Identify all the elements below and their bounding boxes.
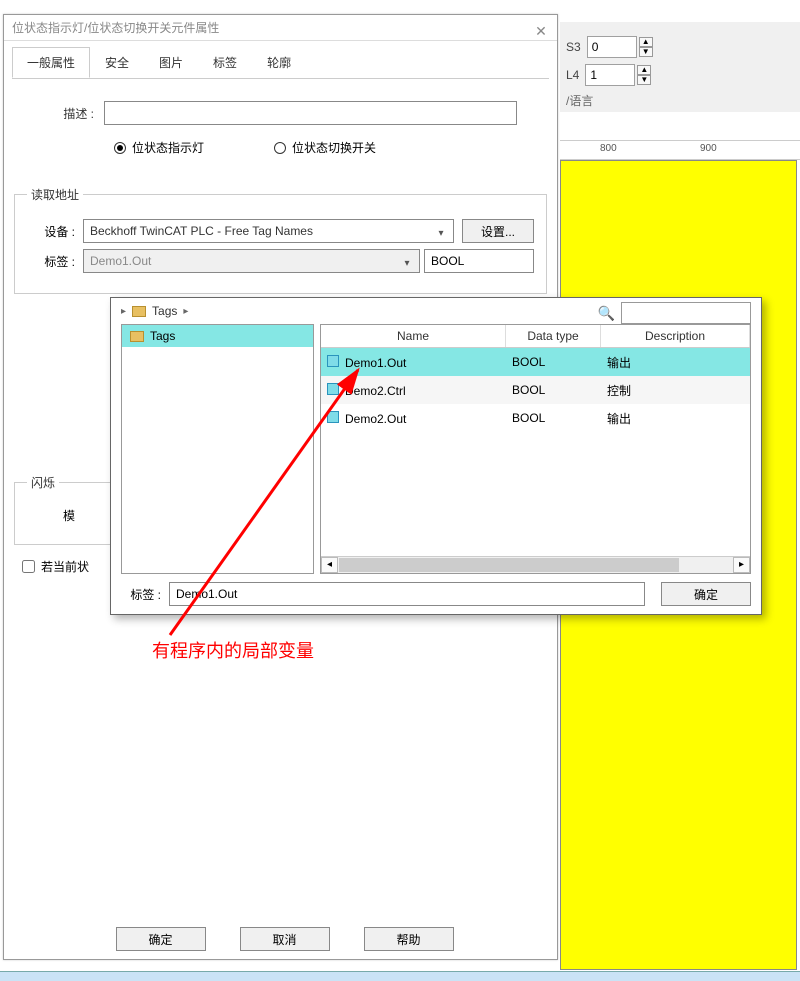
breadcrumb-item[interactable]: Tags <box>152 304 177 318</box>
scroll-right-icon[interactable]: ▸ <box>733 557 750 573</box>
radio-icon <box>274 142 286 154</box>
popup-ok-button[interactable]: 确定 <box>661 582 751 606</box>
chevron-right-icon: ▸ <box>183 306 188 317</box>
description-input[interactable] <box>104 101 517 125</box>
current-state-label: 若当前状 <box>41 558 89 575</box>
s3-spinner[interactable]: ▲▼ <box>639 37 653 57</box>
tag-grid: Name Data type Description Demo1.OutBOOL… <box>320 324 751 574</box>
mode-label: 模 <box>27 507 75 524</box>
device-label: 设备 : <box>27 223 75 240</box>
s3-label: S3 <box>566 40 581 54</box>
datatype-box: BOOL <box>424 249 534 273</box>
table-row[interactable]: Demo2.CtrlBOOL控制 <box>321 376 750 404</box>
col-desc[interactable]: Description <box>601 325 750 347</box>
breadcrumb[interactable]: ▸ Tags ▸ 🔍 <box>111 298 761 324</box>
tab-security[interactable]: 安全 <box>90 47 144 78</box>
chevron-down-icon: ▾ <box>399 253 415 269</box>
l4-input[interactable] <box>585 64 635 86</box>
radio-icon <box>114 142 126 154</box>
status-bar <box>0 971 800 981</box>
folder-icon <box>132 306 146 317</box>
read-address-legend: 读取地址 <box>27 186 83 203</box>
tab-general[interactable]: 一般属性 <box>12 47 90 78</box>
chevron-down-icon: ▾ <box>433 223 449 239</box>
language-label: /语言 <box>566 92 794 109</box>
table-row[interactable]: Demo2.OutBOOL输出 <box>321 404 750 432</box>
scroll-left-icon[interactable]: ◂ <box>321 557 338 573</box>
blink-legend: 闪烁 <box>27 474 59 491</box>
tab-image[interactable]: 图片 <box>144 47 198 78</box>
dialog-title: 位状态指示灯/位状态切换开关元件属性 ✕ <box>4 15 557 41</box>
annotation-text: 有程序内的局部变量 <box>152 637 314 663</box>
search-input[interactable] <box>621 302 751 324</box>
tag-tree[interactable]: Tags <box>121 324 314 574</box>
tab-bar: 一般属性 安全 图片 标签 轮廓 <box>12 47 549 79</box>
popup-tag-label: 标签 : <box>121 586 161 603</box>
l4-label: L4 <box>566 68 579 82</box>
tree-item-tags[interactable]: Tags <box>122 325 313 347</box>
tab-outline[interactable]: 轮廓 <box>252 47 306 78</box>
search-icon: 🔍 <box>598 305 615 322</box>
radio-indicator[interactable]: 位状态指示灯 <box>114 139 204 156</box>
scroll-thumb[interactable] <box>339 558 679 572</box>
col-name[interactable]: Name <box>321 325 506 347</box>
l4-spinner[interactable]: ▲▼ <box>637 65 651 85</box>
horizontal-scrollbar[interactable]: ◂ ▸ <box>321 556 750 573</box>
tag-icon <box>327 411 339 423</box>
radio-switch[interactable]: 位状态切换开关 <box>274 139 376 156</box>
help-button[interactable]: 帮助 <box>364 927 454 951</box>
device-combo[interactable]: Beckhoff TwinCAT PLC - Free Tag Names ▾ <box>83 219 454 243</box>
tag-browser-popup: ▸ Tags ▸ 🔍 Tags Name Data type Descripti… <box>110 297 762 615</box>
dialog-footer: 确定 取消 帮助 <box>4 927 557 951</box>
tag-icon <box>327 383 339 395</box>
tag-label: 标签 : <box>27 253 75 270</box>
col-type[interactable]: Data type <box>506 325 601 347</box>
ruler: 800 900 <box>560 140 800 160</box>
current-state-checkbox[interactable] <box>22 560 35 573</box>
read-address-group: 读取地址 设备 : Beckhoff TwinCAT PLC - Free Ta… <box>14 186 547 294</box>
settings-button[interactable]: 设置... <box>462 219 534 243</box>
description-label: 描述 : <box>44 105 94 122</box>
table-row[interactable]: Demo1.OutBOOL输出 <box>321 348 750 376</box>
side-panel: S3 ▲▼ L4 ▲▼ /语言 <box>560 22 800 112</box>
ok-button[interactable]: 确定 <box>116 927 206 951</box>
popup-tag-input[interactable] <box>169 582 645 606</box>
close-icon[interactable]: ✕ <box>531 18 551 38</box>
chevron-right-icon: ▸ <box>121 306 126 317</box>
s3-input[interactable] <box>587 36 637 58</box>
folder-icon <box>130 331 144 342</box>
cancel-button[interactable]: 取消 <box>240 927 330 951</box>
tag-icon <box>327 355 339 367</box>
tab-label[interactable]: 标签 <box>198 47 252 78</box>
tag-combo[interactable]: Demo1.Out ▾ <box>83 249 420 273</box>
